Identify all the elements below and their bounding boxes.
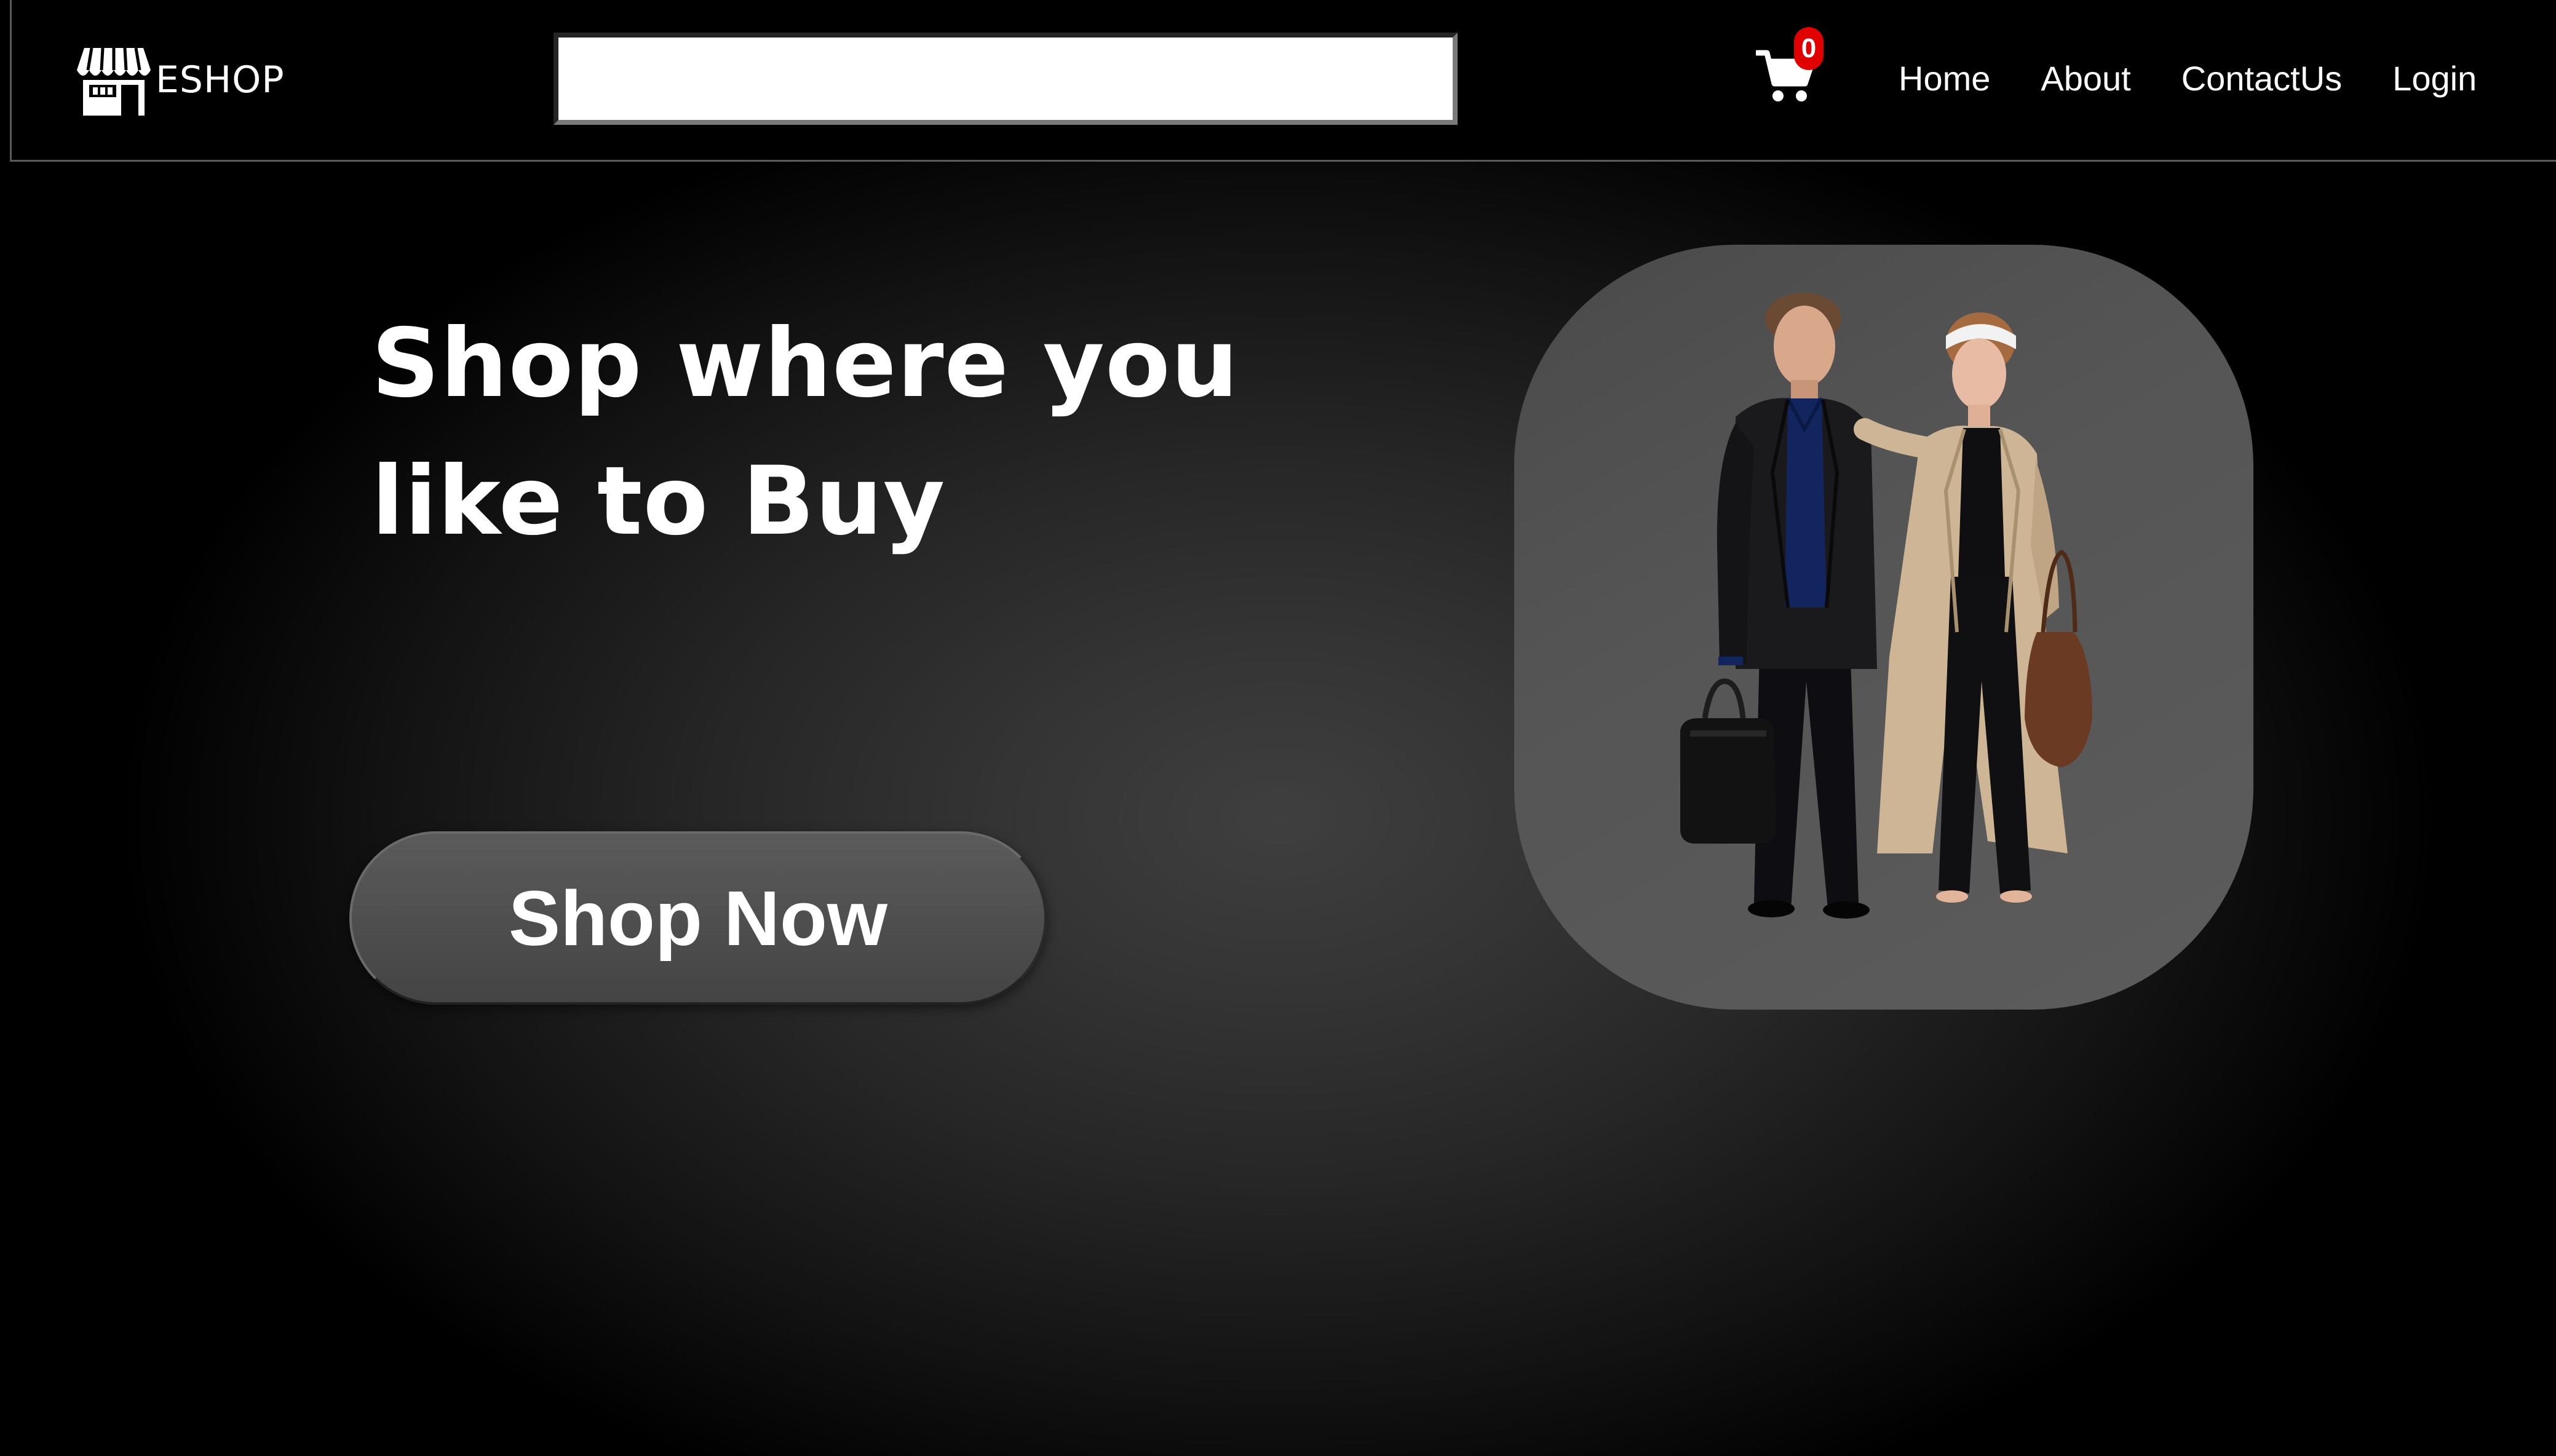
shop-now-button[interactable]: Shop Now [349, 831, 1047, 1005]
page: ESHOP 0 Home About ContactUs Login Shop … [0, 0, 2556, 1456]
brand-logo[interactable]: ESHOP [76, 43, 285, 117]
brand-name: ESHOP [156, 58, 285, 101]
cart-count-badge: 0 [1794, 27, 1824, 70]
hero-title-line1: Shop where you [371, 309, 1239, 419]
nav-links: Home About ContactUs Login [1899, 55, 2477, 102]
navbar: ESHOP 0 Home About ContactUs Login [10, 0, 2556, 162]
hero-image-panel [1514, 245, 2253, 1010]
nav-link-login[interactable]: Login [2392, 55, 2477, 102]
storefront-icon [76, 43, 152, 117]
nav-link-contactus[interactable]: ContactUs [2181, 55, 2342, 102]
nav-link-about[interactable]: About [2041, 55, 2130, 102]
nav-link-home[interactable]: Home [1899, 55, 1990, 102]
fashion-couple-image [1680, 293, 2092, 919]
hero-title-line2: like to Buy [371, 446, 946, 556]
cart-button[interactable]: 0 [1753, 27, 1824, 106]
search-input[interactable] [554, 33, 1458, 125]
hero-title: Shop where you like to Buy [371, 295, 1355, 571]
